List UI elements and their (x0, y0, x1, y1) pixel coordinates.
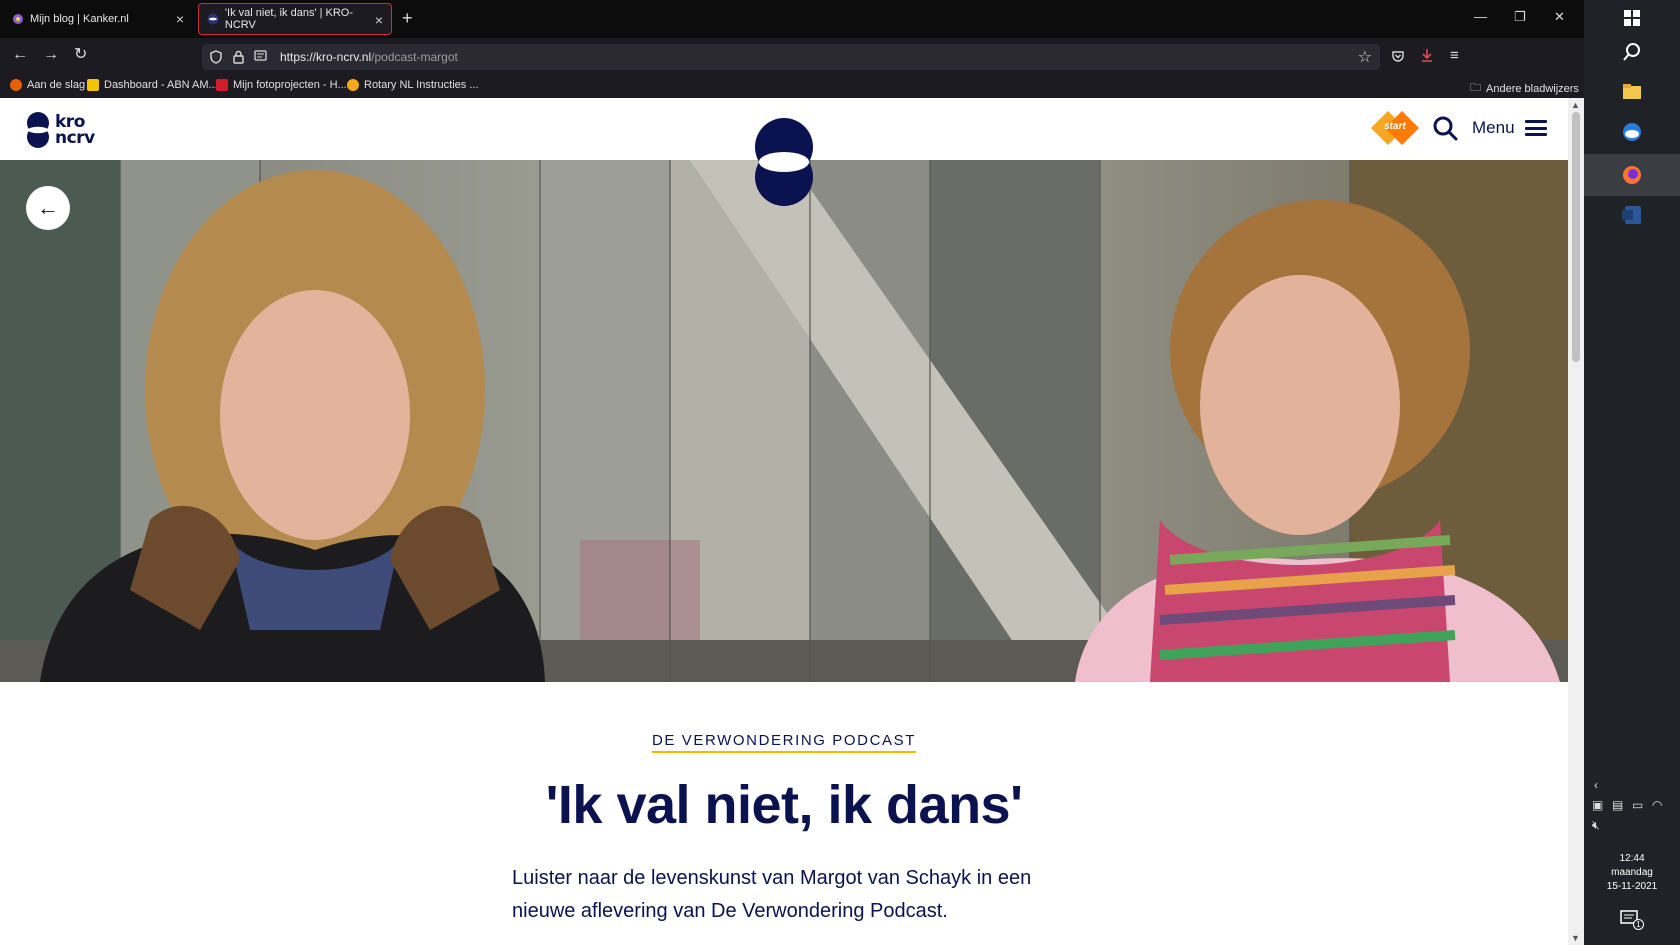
kro-ncrv-logo[interactable]: kro ncrv (25, 112, 95, 148)
notification-center-icon[interactable]: 1 (1620, 910, 1644, 930)
close-window-icon[interactable]: ✕ (1554, 9, 1565, 25)
clock-day: maandag (1611, 867, 1653, 878)
notification-count: 1 (1633, 919, 1644, 930)
kicker-link[interactable]: DE VERWONDERING PODCAST (651, 732, 917, 753)
hema-icon (216, 79, 228, 91)
kro-ncrv-logo-icon (27, 112, 49, 148)
npo-start-badge[interactable]: start (1370, 110, 1422, 146)
close-tab-icon[interactable]: × (375, 12, 383, 28)
bookmarks-bar: Aan de slag Dashboard - ABN AM... Mijn f… (0, 74, 1584, 98)
reload-icon[interactable]: ↻ (74, 46, 87, 64)
pocket-icon[interactable] (1391, 49, 1405, 63)
url-text: https://kro-ncrv.nl/podcast-margot (280, 50, 458, 64)
url-host: https://kro-ncrv.nl (280, 50, 372, 64)
hero-image: ← (0, 160, 1568, 682)
wifi-icon[interactable]: ◠ (1652, 798, 1662, 812)
kro-ncrv-favicon-icon (207, 13, 219, 25)
meet-now-icon[interactable]: ▣ (1592, 798, 1603, 812)
bookmark-item[interactable]: Dashboard - ABN AM... (87, 79, 218, 91)
bookmark-item[interactable]: Mijn fotoprojecten - H... (216, 79, 347, 91)
tab-kro-ncrv[interactable]: 'Ik val niet, ik dans' | KRO-NCRV × (198, 3, 392, 35)
tab-title: 'Ik val niet, ik dans' | KRO-NCRV (224, 7, 354, 31)
rotary-icon (347, 79, 359, 91)
hamburger-icon (1524, 120, 1547, 136)
address-bar[interactable]: https://kro-ncrv.nl/podcast-margot ☆ (202, 44, 1380, 70)
cloud-app-icon[interactable] (1620, 120, 1644, 144)
bookmark-star-icon[interactable]: ☆ (1358, 47, 1372, 67)
other-bookmarks[interactable]: 🗀 Andere bladwijzers (1470, 79, 1579, 98)
back-icon[interactable]: ← (12, 46, 28, 64)
bookmark-label: Dashboard - ABN AM... (104, 79, 218, 91)
bookmark-label: Aan de slag (27, 79, 86, 91)
tab-title: Mijn blog | Kanker.nl (30, 13, 129, 25)
navigation-bar: ← → ↻ https://kro-ncrv.nl/podcast-margot… (0, 38, 1584, 74)
article-title: 'Ik val niet, ik dans' (545, 775, 1023, 835)
file-explorer-icon[interactable] (1620, 80, 1644, 104)
lock-icon[interactable] (233, 50, 244, 64)
firefox-icon (10, 79, 22, 91)
npo-badge-label: start (1384, 121, 1406, 132)
restore-icon[interactable]: ❐ (1514, 9, 1526, 25)
app-menu-icon[interactable]: ≡ (1450, 47, 1459, 65)
hero-photo (0, 160, 1568, 682)
kro-ncrv-center-mark-icon (755, 118, 813, 206)
scroll-down-icon[interactable]: ▼ (1571, 933, 1580, 943)
minimize-icon[interactable]: — (1474, 9, 1487, 24)
url-path: /podcast-margot (371, 50, 458, 64)
scrollbar-thumb[interactable] (1572, 112, 1580, 362)
clock-time: 12:44 (1619, 853, 1645, 864)
other-bookmarks-label: Andere bladwijzers (1486, 82, 1579, 95)
new-tab-icon[interactable]: + (402, 8, 413, 28)
search-icon[interactable] (1620, 40, 1644, 64)
article-kicker: DE VERWONDERING PODCAST (0, 732, 1568, 753)
bookmark-label: Mijn fotoprojecten - H... (233, 79, 347, 91)
display-icon[interactable]: ▤ (1612, 798, 1623, 812)
forward-icon[interactable]: → (43, 46, 59, 64)
firefox-icon[interactable] (1620, 163, 1644, 187)
kanker-favicon-icon (13, 14, 23, 24)
logo-text: kro ncrv (55, 114, 95, 148)
bookmark-label: Rotary NL Instructies ... (364, 79, 479, 91)
web-page: kro ncrv start Menu ← DE VERWONDERING PO… (0, 98, 1568, 945)
clock-date: 15-11-2021 (1606, 881, 1658, 892)
menu-label: Menu (1472, 118, 1515, 137)
bookmark-item[interactable]: Rotary NL Instructies ... (347, 79, 479, 91)
article-header: DE VERWONDERING PODCAST 'Ik val niet, ik… (0, 682, 1568, 945)
bookmark-item[interactable]: Aan de slag (10, 79, 85, 91)
windows-start-icon[interactable] (1620, 6, 1644, 30)
system-clock[interactable]: 12:44 maandag 15-11-2021 (1584, 852, 1680, 894)
article-intro: Luister naar de levenskunst van Margot v… (512, 867, 1032, 922)
battery-icon[interactable]: ▭ (1632, 798, 1643, 812)
page-scrollbar[interactable]: ▲ ▼ (1568, 98, 1584, 945)
word-icon[interactable] (1620, 203, 1644, 227)
page-info-icon[interactable] (254, 50, 267, 63)
abn-amro-icon (87, 79, 99, 91)
tab-kanker[interactable]: Mijn blog | Kanker.nl × (4, 3, 192, 35)
close-tab-icon[interactable]: × (176, 11, 184, 27)
tab-bar: Mijn blog | Kanker.nl × 'Ik val niet, ik… (0, 0, 1584, 38)
folder-icon: 🗀 (1470, 82, 1481, 94)
arrow-left-icon: ← (37, 195, 59, 220)
menu-button[interactable]: Menu (1472, 118, 1547, 138)
download-icon[interactable] (1420, 48, 1434, 63)
windows-taskbar: ‹ ▣ ▤ ▭ ◠ 🔇︎ 12:44 maandag 15-11-2021 1 (1584, 0, 1680, 945)
volume-muted-icon[interactable]: 🔇︎ (1592, 818, 1600, 833)
logo-line-2: ncrv (55, 128, 95, 148)
shield-icon[interactable] (210, 50, 222, 64)
chevron-left-icon[interactable]: ‹ (1594, 778, 1598, 792)
back-button[interactable]: ← (26, 186, 70, 230)
scroll-up-icon[interactable]: ▲ (1571, 100, 1580, 110)
browser-window: Mijn blog | Kanker.nl × 'Ik val niet, ik… (0, 0, 1584, 945)
search-icon[interactable] (1432, 115, 1458, 141)
